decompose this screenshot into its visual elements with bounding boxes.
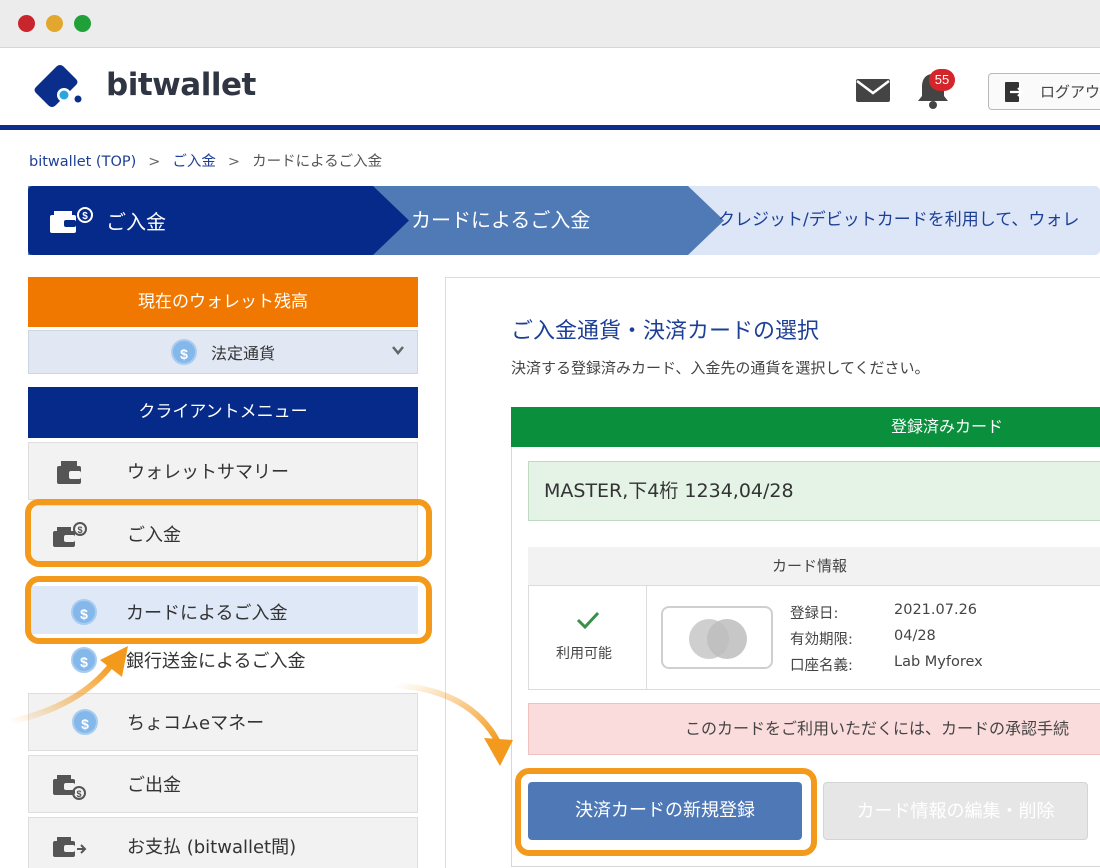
page-subtitle: 決済する登録済みカード、入金先の通貨を選択してください。: [511, 359, 930, 377]
card-expiry: 有効期限: 04/28: [790, 628, 936, 649]
card-approval-warning: このカードをご利用いただくには、カードの承認手続: [528, 703, 1100, 755]
card-info-divider: [646, 586, 647, 690]
breadcrumb-top[interactable]: bitwallet (TOP): [29, 154, 136, 170]
check-icon: [576, 611, 600, 629]
logout-button[interactable]: ログアウト: [988, 73, 1100, 110]
menu-label: 銀行送金によるご入金: [126, 651, 306, 672]
breadcrumb-deposit[interactable]: ご入金: [172, 154, 216, 170]
withdraw-icon: $: [53, 775, 86, 800]
breadcrumb-separator: >: [227, 154, 241, 170]
minimize-window-button[interactable]: [46, 15, 63, 32]
mail-icon[interactable]: [855, 76, 891, 104]
payment-icon: [53, 837, 87, 857]
menu-label: ウォレットサマリー: [127, 462, 289, 483]
card-info-label: 有効期限:: [790, 632, 853, 648]
maximize-window-button[interactable]: [74, 15, 91, 32]
menu-item-withdraw[interactable]: $ ご出金: [28, 755, 418, 813]
menu-item-chocom-emoney[interactable]: $ ちょコムeマネー: [28, 693, 418, 751]
highlight-deposit: [25, 499, 432, 567]
card-info-header: カード情報: [528, 547, 1100, 586]
chevron-down-icon: [392, 346, 404, 355]
card-status: 利用可能: [556, 646, 612, 662]
client-menu-title: クライアントメニュー: [28, 387, 418, 438]
card-info-value: 2021.07.26: [894, 602, 978, 618]
breadcrumb-separator: >: [148, 154, 161, 170]
edit-card-button[interactable]: カード情報の編集・削除: [823, 782, 1088, 840]
card-info-value: Lab Myforex: [894, 654, 983, 670]
card-info-label: 登録日:: [790, 606, 839, 622]
coin-icon: $: [170, 339, 197, 365]
wallet-icon: [57, 461, 81, 484]
step-deposit-label: ご入金: [106, 210, 166, 234]
fiat-currency-dropdown[interactable]: $ 法定通貨: [28, 330, 418, 374]
notification-badge: 55: [929, 69, 955, 91]
brand-logo[interactable]: bitwallet: [30, 61, 256, 109]
selected-card-option[interactable]: MASTER,下4桁 1234,04/28: [528, 461, 1100, 521]
coin-icon: $: [72, 709, 98, 735]
bitwallet-logo-icon: [34, 65, 82, 107]
breadcrumb-current: カードによるご入金: [252, 154, 383, 170]
svg-text:$: $: [82, 211, 88, 222]
menu-item-payment[interactable]: お支払 (bitwallet間): [28, 817, 418, 868]
card-info-value: 04/28: [894, 628, 936, 644]
card-info-label: 口座名義:: [790, 658, 853, 674]
logout-label: ログアウト: [1040, 83, 1100, 101]
mastercard-logo: [661, 606, 773, 669]
card-holder: 口座名義: Lab Myforex: [790, 654, 983, 675]
registered-cards-header: 登録済みカード: [511, 407, 1100, 447]
close-window-button[interactable]: [18, 15, 35, 32]
menu-label: ちょコムeマネー: [127, 713, 265, 734]
fiat-currency-label: 法定通貨: [210, 344, 275, 363]
page-title: ご入金通貨・決済カードの選択: [511, 319, 820, 344]
wallet-balance-title: 現在のウォレット残高: [28, 277, 418, 327]
highlight-card-deposit: [25, 576, 432, 644]
window-titlebar: [0, 0, 1100, 48]
svg-text:$: $: [76, 789, 81, 799]
menu-label: お支払 (bitwallet間): [127, 837, 297, 858]
mastercard-icon: [689, 619, 747, 659]
card-registered-date: 登録日: 2021.07.26: [790, 602, 977, 623]
step-deposit: $ ご入金: [48, 186, 166, 255]
step-card-deposit: カードによるご入金: [411, 208, 591, 232]
coin-icon: $: [71, 647, 97, 673]
step-description: クレジット/デビットカードを利用して、ウォレ: [718, 210, 1080, 230]
menu-item-wallet-summary[interactable]: ウォレットサマリー: [28, 442, 418, 500]
deposit-icon: $: [50, 206, 93, 233]
breadcrumb: bitwallet (TOP) > ご入金 > カードによるご入金: [29, 150, 382, 171]
step-banner: $ ご入金 カードによるご入金 クレジット/デビットカードを利用して、ウォレ: [28, 186, 1100, 255]
logout-icon: [1005, 81, 1024, 102]
brand-name: bitwallet: [106, 67, 256, 103]
menu-label: ご出金: [127, 775, 181, 796]
highlight-new-card-button: [515, 768, 817, 856]
